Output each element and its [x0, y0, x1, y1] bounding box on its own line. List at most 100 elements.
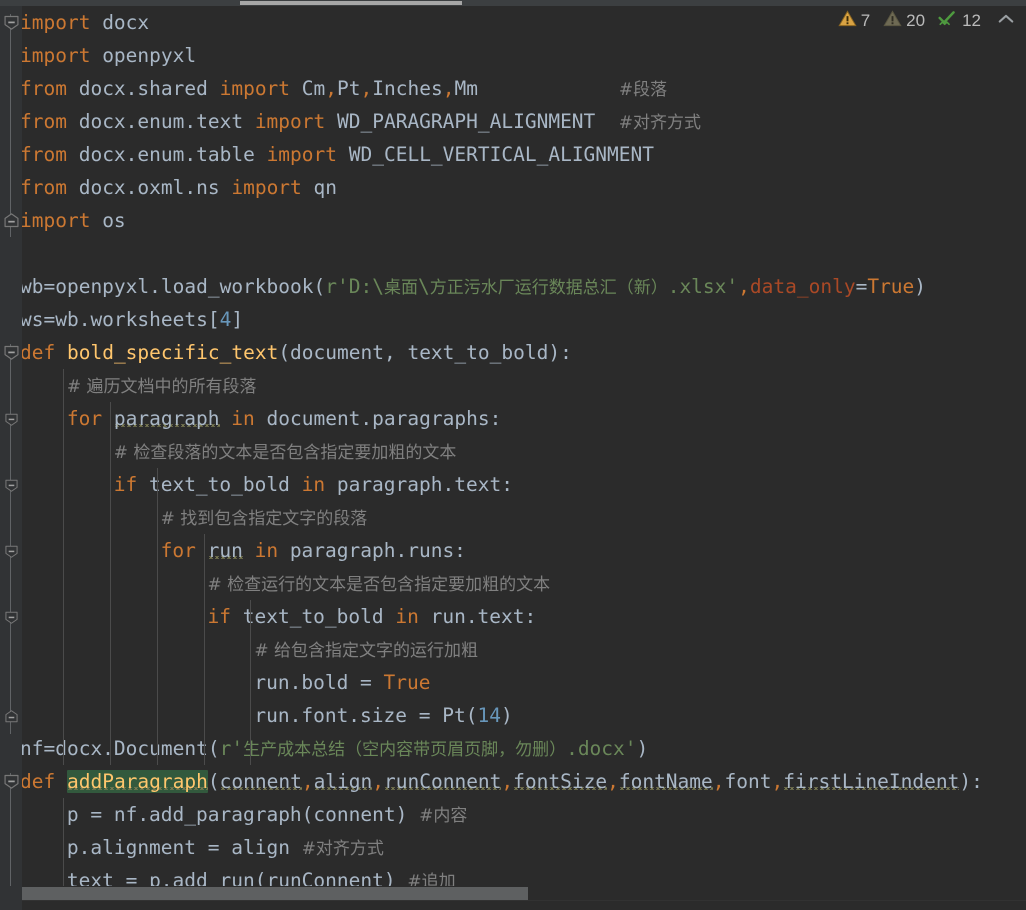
code-line[interactable]: ws=wb.worksheets[4]: [22, 303, 243, 336]
fold-toggle-end[interactable]: [4, 710, 20, 725]
inspection-ok[interactable]: 12: [938, 9, 981, 33]
code-token: from: [22, 77, 67, 100]
code-token: def: [22, 770, 56, 793]
code-line[interactable]: p = nf.add_paragraph(connent) #内容: [67, 798, 467, 831]
fold-toggle-collapse[interactable]: [4, 479, 20, 494]
code-line[interactable]: import docx: [22, 6, 149, 39]
chevron-up-icon[interactable]: [996, 11, 1016, 32]
code-line[interactable]: def addParagraph(connent,align,runConnen…: [22, 765, 983, 798]
code-token: .xlsx': [667, 275, 739, 298]
code-token: import: [254, 110, 326, 133]
green-double-check-icon: [938, 9, 958, 33]
code-token: #追加: [407, 872, 456, 886]
fold-toggle-collapse[interactable]: [4, 611, 20, 626]
horizontal-scrollbar-track[interactable]: [22, 887, 1026, 900]
inspection-widget[interactable]: 7 20 12: [838, 6, 1018, 36]
code-token: firstLineIndent: [783, 770, 960, 793]
code-token: import: [22, 11, 91, 34]
code-token: 生产成本总结（空内容带页眉页脚，勿删）: [243, 740, 567, 760]
code-token: fontName: [618, 770, 713, 793]
code-token: ,: [607, 770, 619, 793]
code-token: p = nf.add_paragraph(connent): [66, 803, 420, 826]
code-line[interactable]: for run in paragraph.runs:: [161, 534, 466, 567]
code-token: run.text:: [418, 605, 537, 628]
inspection-errors[interactable]: 7: [838, 9, 870, 33]
code-line[interactable]: def bold_specific_text(document, text_to…: [22, 336, 572, 369]
code-token: Pt: [337, 77, 361, 100]
code-token: bold_specific_text: [66, 341, 279, 364]
code-token: # 找到包含指定文字的段落: [160, 509, 368, 529]
code-token: for: [160, 539, 196, 562]
code-line[interactable]: if text_to_bold in paragraph.text:: [114, 468, 513, 501]
code-line[interactable]: # 检查运行的文本是否包含指定要加粗的文本: [208, 567, 551, 600]
code-token: ,: [738, 275, 750, 298]
code-token: p.alignment = align: [66, 836, 302, 859]
fold-toggle-collapse[interactable]: [3, 774, 19, 789]
fold-toggle-collapse[interactable]: [3, 15, 19, 30]
code-token: if: [207, 605, 231, 628]
code-line[interactable]: if text_to_bold in run.text:: [208, 600, 537, 633]
code-line[interactable]: from docx.shared import Cm,Pt,Inches,Mm …: [22, 72, 667, 105]
code-line[interactable]: # 遍历文档中的所有段落: [67, 369, 257, 402]
code-token: =: [855, 275, 868, 298]
fold-toggle-end[interactable]: [3, 213, 19, 228]
fold-toggle-collapse[interactable]: [4, 413, 20, 428]
code-line[interactable]: nf=docx.Document(r'生产成本总结（空内容带页眉页脚，勿删）.d…: [22, 732, 648, 765]
code-line[interactable]: # 检查段落的文本是否包含指定要加粗的文本: [114, 435, 457, 468]
code-token: def: [22, 341, 56, 364]
code-line[interactable]: import openpyxl: [22, 39, 196, 72]
inspection-weak-warnings[interactable]: 20: [883, 9, 925, 33]
editor-gutter[interactable]: [0, 6, 22, 905]
warning-triangle-yellow-icon: [838, 9, 857, 33]
code-token: # 检查段落的文本是否包含指定要加粗的文本: [113, 443, 457, 463]
code-token: import: [219, 77, 291, 100]
code-token: ,: [372, 770, 385, 793]
code-token: ): [500, 704, 513, 727]
code-token: (: [207, 770, 220, 793]
code-line[interactable]: run.bold = True: [254, 666, 430, 699]
code-token: connent: [219, 770, 302, 793]
code-line[interactable]: wb=openpyxl.load_workbook(r'D:\桌面\方正污水厂运…: [22, 270, 926, 303]
horizontal-scrollbar-thumb[interactable]: [22, 887, 528, 900]
code-token: # 给包含指定文字的运行加粗: [254, 641, 479, 661]
code-line[interactable]: text = p.add_run(runConnent) #追加: [66, 864, 456, 886]
code-token: r': [219, 737, 244, 760]
code-line[interactable]: p.alignment = align #对齐方式: [67, 831, 384, 864]
code-token: os: [90, 209, 126, 232]
code-line[interactable]: from docx.enum.table import WD_CELL_VERT…: [22, 138, 654, 171]
inspection-error-count: 7: [860, 11, 871, 30]
code-line[interactable]: # 给包含指定文字的运行加粗: [254, 633, 478, 666]
code-token: if: [113, 473, 138, 496]
code-token: nf=docx.Document(: [22, 737, 220, 760]
top-scrollbar-thumb[interactable]: [240, 1, 462, 5]
code-token: docx: [90, 11, 150, 34]
indent-guide: [156, 468, 158, 765]
code-line[interactable]: for paragraph in document.paragraphs:: [67, 402, 501, 435]
code-token: paragraph.text:: [325, 473, 513, 496]
code-token: align: [313, 770, 373, 793]
editor-bottom-edge: [0, 900, 1026, 910]
code-token: addParagraph: [66, 770, 208, 793]
code-token: data_only: [749, 275, 856, 298]
code-line[interactable]: import os: [22, 204, 126, 237]
code-token: #对齐方式: [301, 839, 384, 859]
indent-guide: [62, 798, 64, 886]
code-area[interactable]: import docx import openpyxl from docx.shar…: [22, 6, 1026, 886]
code-token: paragraph.runs:: [278, 539, 466, 562]
code-token: run.bold =: [254, 671, 384, 694]
code-token: from: [22, 143, 67, 166]
code-token: document.paragraphs:: [254, 407, 502, 430]
code-token: ,: [771, 770, 784, 793]
fold-rail: [10, 410, 11, 734]
code-line[interactable]: # 找到包含指定文字的段落: [161, 501, 368, 534]
code-line[interactable]: from docx.oxml.ns import qn: [22, 171, 337, 204]
code-line[interactable]: run.font.size = Pt(14): [254, 699, 512, 732]
code-token: ,: [501, 770, 514, 793]
code-token: True: [867, 275, 915, 298]
fold-toggle-collapse[interactable]: [3, 345, 19, 360]
fold-toggle-collapse[interactable]: [4, 545, 20, 560]
code-line[interactable]: from docx.enum.text import WD_PARAGRAPH_…: [22, 105, 701, 138]
